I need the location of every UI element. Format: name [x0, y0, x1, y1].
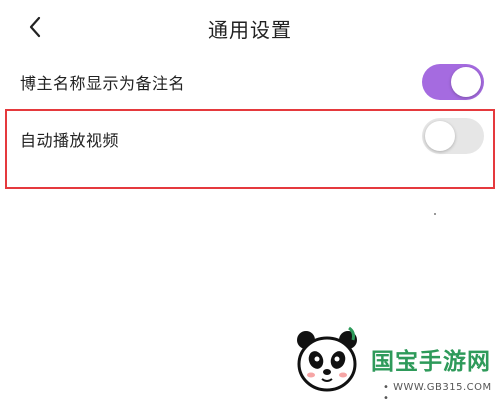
page-title: 通用设置 — [208, 18, 292, 42]
remark-name-toggle[interactable] — [422, 64, 484, 100]
stray-dot — [434, 213, 436, 215]
watermark: 国宝手游网 • WWW.GB315.COM • — [275, 318, 500, 404]
top-bar: 通用设置 — [0, 0, 500, 56]
highlight-box — [5, 109, 495, 189]
watermark-title: 国宝手游网 — [371, 349, 491, 375]
watermark-url: • WWW.GB315.COM • — [383, 382, 492, 404]
setting-label: 博主名称显示为备注名 — [20, 74, 186, 93]
toggle-knob — [451, 67, 481, 97]
panda-logo-icon — [297, 326, 357, 392]
setting-row-show-remark-name: 博主名称显示为备注名 — [0, 56, 500, 106]
